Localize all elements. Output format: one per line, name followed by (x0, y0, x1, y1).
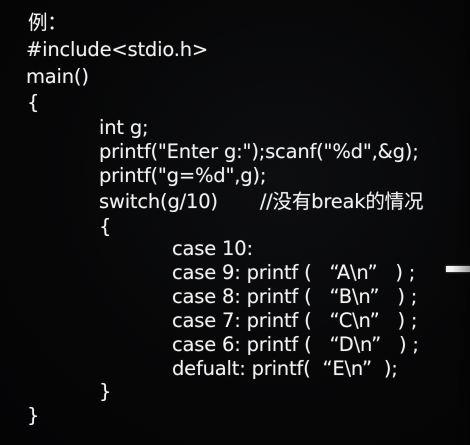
close-brace-switch: } (99, 380, 112, 403)
edge-shadow (452, 0, 470, 445)
default-line: defualt: printf( “E\n” ); (172, 357, 398, 380)
open-brace-main: { (27, 91, 40, 114)
input-line: printf("Enter g:");scanf("%d",&g); (99, 140, 419, 163)
case-10-line: case 10: (172, 237, 253, 260)
highlight-bar (446, 266, 470, 272)
switch-line: switch(g/10) //没有break的情况 (99, 190, 424, 213)
example-label: 例： (28, 11, 67, 34)
case-6-line: case 6: printf ( “D\n” ) ; (172, 333, 419, 356)
close-brace-main: } (27, 404, 40, 427)
include-line: #include<stdio.h> (26, 38, 209, 61)
case-9-line: case 9: printf ( “A\n” ) ; (172, 261, 416, 284)
declare-line: int g; (99, 116, 149, 139)
case-7-line: case 7: printf ( “C\n” ) ; (172, 309, 418, 332)
code-slide: 例： #include<stdio.h> main() { int g; pri… (0, 0, 470, 445)
case-8-line: case 8: printf ( “B\n” ) ; (172, 285, 418, 308)
open-brace-switch: { (99, 215, 112, 238)
main-line: main() (26, 65, 89, 88)
print-line: printf("g=%d",g); (99, 164, 267, 187)
